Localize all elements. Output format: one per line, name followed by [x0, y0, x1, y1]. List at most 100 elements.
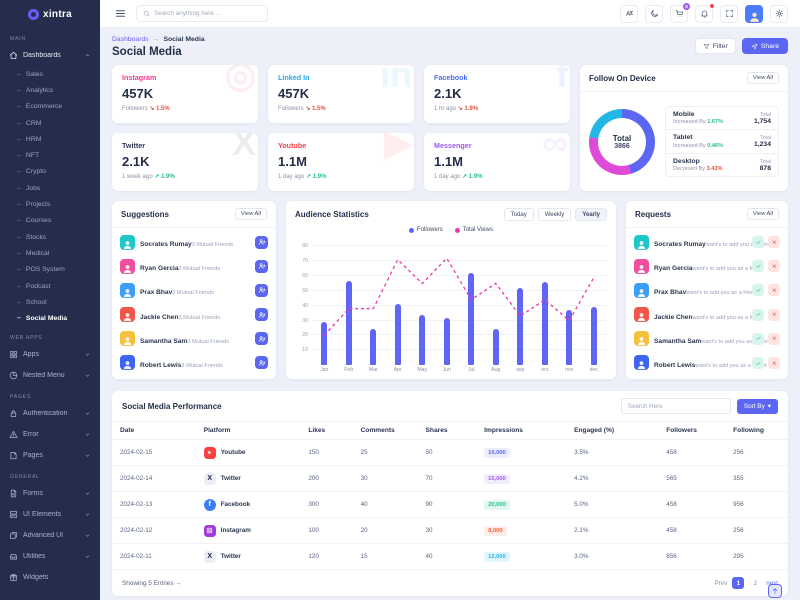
check-icon	[755, 335, 762, 342]
page-2-button[interactable]: 2	[749, 577, 761, 589]
add-friend-button[interactable]	[255, 308, 268, 321]
sidebar-item-advanced-ui[interactable]: Advanced UI	[0, 525, 100, 546]
sidebar-item-podcast[interactable]: Podcast	[0, 278, 100, 294]
sidebar-item-authentication[interactable]: Authentication	[0, 403, 100, 424]
prev-page-button[interactable]: Prev	[715, 580, 728, 587]
decline-request-button[interactable]	[768, 309, 780, 321]
stat-meta: 1 day ago ↗ 1.9%	[434, 173, 560, 180]
x-axis-label: Mar	[361, 367, 386, 373]
column-header-platform[interactable]: Platform	[196, 422, 301, 440]
column-header-engaged-[interactable]: Engaged (%)	[566, 422, 658, 440]
person-name: Prax Bhav	[140, 289, 172, 296]
add-friend-button[interactable]	[255, 332, 268, 345]
sidebar-item-pos-system[interactable]: POS System	[0, 262, 100, 278]
cell-engaged: 2.1%	[566, 518, 658, 544]
search-input[interactable]	[154, 10, 261, 17]
decline-request-button[interactable]	[768, 357, 780, 369]
add-friend-button[interactable]	[255, 260, 268, 273]
column-header-comments[interactable]: Comments	[353, 422, 418, 440]
sidebar-item-social-media[interactable]: Social Media	[0, 310, 100, 326]
add-friend-button[interactable]	[255, 284, 268, 297]
sidebar-item-ecommerce[interactable]: Ecommerce	[0, 99, 100, 115]
chart-tab-today[interactable]: Today	[504, 208, 534, 221]
sort-by-button[interactable]: Sort By ▾	[737, 399, 778, 414]
avatar	[634, 259, 649, 274]
sidebar-item-forms[interactable]: Forms	[0, 483, 100, 504]
sidebar-item-nested-menu[interactable]: Nested Menu	[0, 365, 100, 386]
share-button[interactable]: Share	[742, 38, 788, 54]
decline-request-button[interactable]	[768, 236, 780, 248]
accept-request-button[interactable]	[752, 236, 764, 248]
user-avatar[interactable]	[745, 5, 763, 23]
fullscreen-button[interactable]	[720, 5, 738, 23]
stat-platform-label: Linked In	[278, 73, 404, 82]
sidebar-item-nft[interactable]: NFT	[0, 147, 100, 163]
stat-card-messenger: ∞Messenger1.1M1 day ago ↗ 1.9%	[424, 133, 570, 191]
accept-request-button[interactable]	[752, 333, 764, 345]
decline-request-button[interactable]	[768, 333, 780, 345]
column-header-shares[interactable]: Shares	[418, 422, 477, 440]
sidebar-item-crypto[interactable]: Crypto	[0, 164, 100, 180]
requests-view-all-button[interactable]: View All	[747, 208, 779, 220]
device-view-all-button[interactable]: View All	[747, 72, 779, 84]
sidebar-nav: MAINDashboardsSalesAnalyticsEcommerceCRM…	[0, 28, 100, 588]
sidebar-item-crm[interactable]: CRM	[0, 115, 100, 131]
scroll-to-top-button[interactable]	[768, 584, 782, 598]
chart-tab-weekly[interactable]: Weekly	[538, 208, 572, 221]
sidebar-item-hrm[interactable]: HRM	[0, 131, 100, 147]
cell-following: 256	[725, 518, 788, 544]
sidebar-item-analytics[interactable]: Analytics	[0, 82, 100, 98]
sidebar-item-sales[interactable]: Sales	[0, 66, 100, 82]
sidebar-item-stocks[interactable]: Stocks	[0, 229, 100, 245]
showing-entries[interactable]: Showing 5 Entries →	[122, 580, 182, 587]
sidebar-item-courses[interactable]: Courses	[0, 213, 100, 229]
sidebar-item-error[interactable]: Error	[0, 424, 100, 445]
add-friend-button[interactable]	[255, 236, 268, 249]
accept-request-button[interactable]	[752, 284, 764, 296]
decline-request-button[interactable]	[768, 260, 780, 272]
accept-request-button[interactable]	[752, 260, 764, 272]
sidebar-item-ui-elements[interactable]: UI Elements	[0, 504, 100, 525]
translate-icon	[625, 9, 634, 18]
sidebar-item-pages[interactable]: Pages	[0, 445, 100, 466]
sidebar-item-school[interactable]: School	[0, 294, 100, 310]
sidebar-item-utilities[interactable]: Utilities	[0, 546, 100, 567]
accept-request-button[interactable]	[752, 357, 764, 369]
topbar-icons: 5	[620, 5, 788, 23]
decline-request-button[interactable]	[768, 284, 780, 296]
sidebar-item-projects[interactable]: Projects	[0, 196, 100, 212]
settings-button[interactable]	[770, 5, 788, 23]
cart-button[interactable]: 5	[670, 5, 688, 23]
sidebar-item-apps[interactable]: Apps	[0, 344, 100, 365]
cell-impressions: 8,000	[476, 518, 566, 544]
stat-card-instagram: ◎Instagram457KFollowers ↘ 1.5%	[112, 65, 258, 123]
chart-tab-yearly[interactable]: Yearly	[575, 208, 607, 221]
column-header-following[interactable]: Following	[725, 422, 788, 440]
stat-value: 2.1K	[122, 154, 248, 169]
suggestions-view-all-button[interactable]: View All	[235, 208, 267, 220]
notification-dot	[710, 4, 714, 8]
brand-logo[interactable]: xintra	[0, 0, 100, 28]
column-header-impressions[interactable]: Impressions	[476, 422, 566, 440]
table-search-input[interactable]	[621, 398, 731, 414]
cell-date: 2024-02-12	[112, 518, 196, 544]
column-header-followers[interactable]: Followers	[658, 422, 725, 440]
column-header-date[interactable]: Date	[112, 422, 196, 440]
column-header-likes[interactable]: Likes	[300, 422, 352, 440]
filter-button[interactable]: Filter	[695, 38, 736, 54]
cell-followers: 856	[658, 544, 725, 570]
language-button[interactable]	[620, 5, 638, 23]
y-axis-tick: 20	[294, 332, 308, 338]
sidebar-item-widgets[interactable]: Widgets	[0, 567, 100, 588]
breadcrumb-parent[interactable]: Dashboards	[112, 36, 149, 43]
accept-request-button[interactable]	[752, 309, 764, 321]
page-1-button[interactable]: 1	[732, 577, 744, 589]
dark-mode-button[interactable]	[645, 5, 663, 23]
sidebar-item-jobs[interactable]: Jobs	[0, 180, 100, 196]
sidebar-item-medical[interactable]: Medical	[0, 245, 100, 261]
add-friend-button[interactable]	[255, 356, 268, 369]
sidebar-item-dashboards[interactable]: Dashboards	[0, 45, 100, 66]
notifications-button[interactable]	[695, 5, 713, 23]
chart-x-axis: JanFebMarAprMayJunJulAugsepoctnovdec	[312, 367, 606, 373]
hamburger-menu-icon[interactable]	[112, 6, 128, 22]
